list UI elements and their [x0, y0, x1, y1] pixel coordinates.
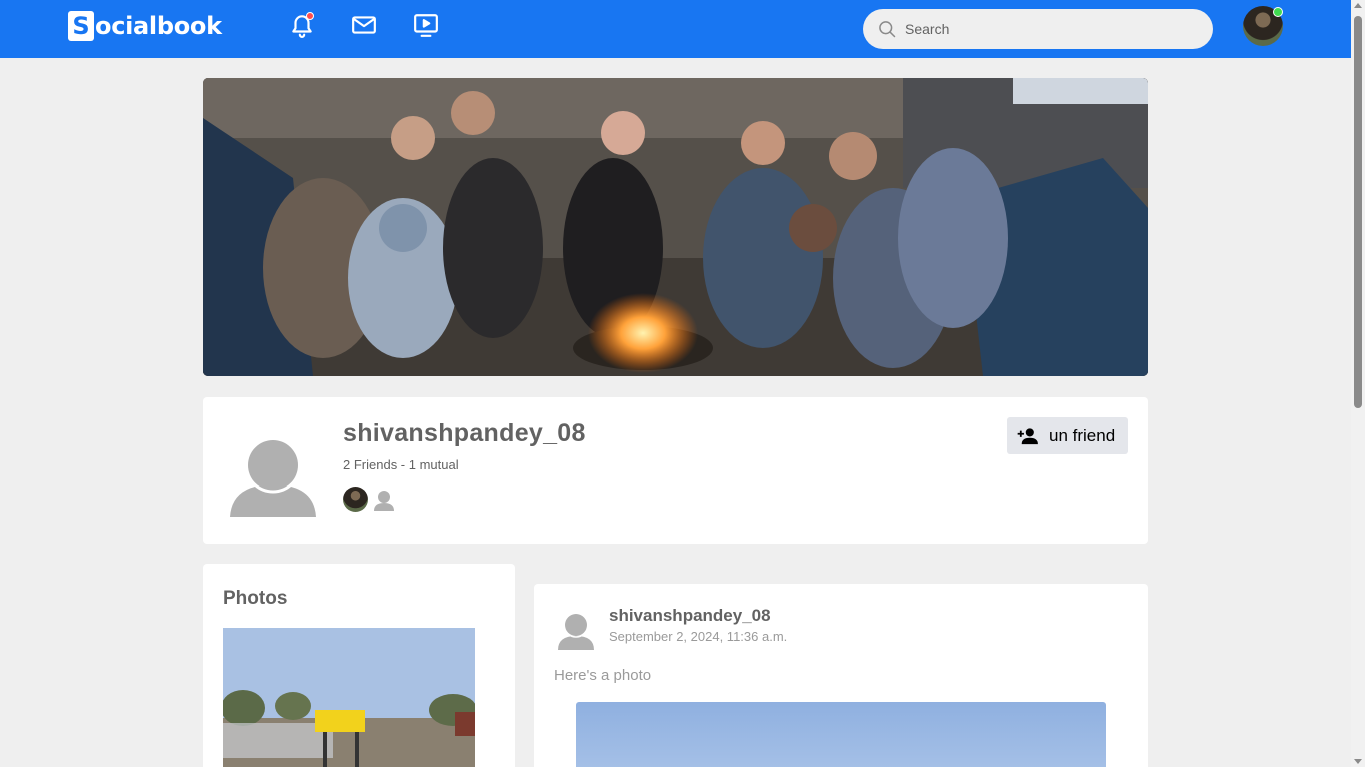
- post-author[interactable]: shivanshpandey_08: [609, 606, 771, 626]
- photo-thumbnail[interactable]: [223, 628, 475, 767]
- profile-avatar[interactable]: [230, 437, 318, 517]
- navbar: S ocialbook: [0, 0, 1351, 58]
- scroll-up-icon[interactable]: [1354, 3, 1362, 8]
- logo-text: ocialbook: [95, 12, 222, 40]
- post-date: September 2, 2024, 11:36 a.m.: [609, 629, 788, 644]
- unfriend-button[interactable]: un friend: [1007, 417, 1128, 454]
- profile-username: shivanshpandey_08: [343, 419, 586, 447]
- scroll-down-icon[interactable]: [1354, 759, 1362, 764]
- page-scrollbar[interactable]: [1351, 0, 1365, 767]
- online-status-dot: [1273, 7, 1283, 17]
- unfriend-label: un friend: [1049, 425, 1116, 445]
- post-image[interactable]: [576, 702, 1106, 767]
- search-box: [863, 9, 1213, 49]
- post-card: shivanshpandey_08 September 2, 2024, 11:…: [534, 584, 1148, 767]
- profile-details-card: shivanshpandey_08 2 Friends - 1 mutual u…: [203, 397, 1148, 544]
- friend-avatar[interactable]: [343, 487, 368, 512]
- add-person-icon: [1017, 427, 1038, 444]
- mail-icon[interactable]: [351, 12, 377, 38]
- bell-icon[interactable]: [289, 12, 315, 38]
- post-text: Here's a photo: [554, 667, 652, 684]
- cover-image: [203, 78, 1148, 376]
- logo[interactable]: S ocialbook: [68, 10, 222, 42]
- scroll-thumb[interactable]: [1354, 16, 1362, 408]
- video-icon[interactable]: [413, 12, 439, 38]
- search-input[interactable]: [905, 21, 1185, 37]
- post-author-avatar[interactable]: [556, 610, 596, 650]
- friends-summary[interactable]: 2 Friends - 1 mutual: [343, 457, 459, 472]
- photos-title: Photos: [223, 588, 288, 609]
- friend-avatar[interactable]: [373, 489, 395, 511]
- logo-letter: S: [68, 11, 94, 41]
- search-icon: [879, 21, 896, 38]
- photos-card: Photos: [203, 564, 515, 767]
- notification-dot: [306, 12, 314, 20]
